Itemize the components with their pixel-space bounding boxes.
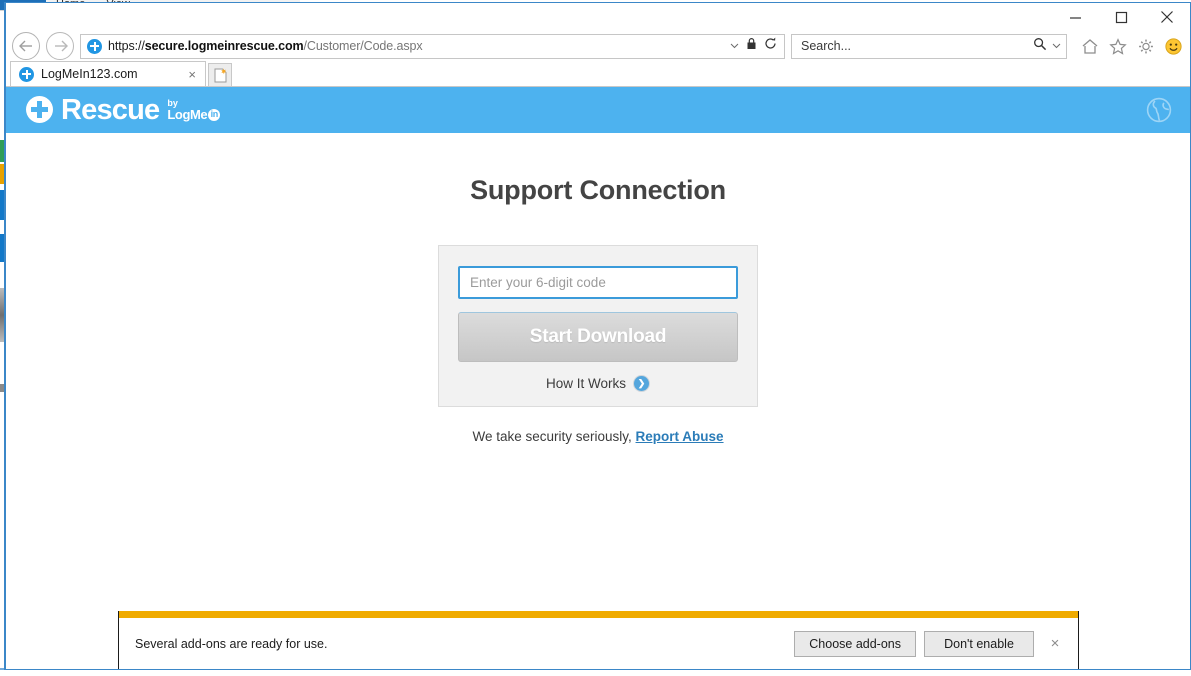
report-abuse-link[interactable]: Report Abuse xyxy=(636,429,724,444)
search-dropdown-icon[interactable] xyxy=(1047,37,1061,55)
search-icon[interactable] xyxy=(1033,37,1047,56)
addon-notification-bar: Several add-ons are ready for use. Choos… xyxy=(118,611,1079,669)
tab-strip: LogMeIn123.com × xyxy=(6,61,1190,87)
home-icon[interactable] xyxy=(1081,38,1099,55)
notification-body: Several add-ons are ready for use. Choos… xyxy=(119,618,1078,669)
dont-enable-button[interactable]: Don't enable xyxy=(924,631,1034,657)
page-content: Support Connection Start Download How It… xyxy=(6,133,1190,444)
back-button[interactable] xyxy=(12,32,40,60)
browser-window: https://secure.logmeinrescue.com/Custome… xyxy=(4,2,1191,670)
browser-tab[interactable]: LogMeIn123.com × xyxy=(10,61,206,86)
site-header: Rescue by LogMein xyxy=(6,87,1190,133)
notification-message: Several add-ons are ready for use. xyxy=(135,637,786,651)
new-tab-button[interactable] xyxy=(208,63,232,86)
globe-language-icon[interactable] xyxy=(1146,97,1172,123)
security-text: We take security seriously, xyxy=(472,429,631,444)
page-title: Support Connection xyxy=(6,175,1190,206)
rescue-logo[interactable]: Rescue by LogMein xyxy=(26,95,220,125)
how-it-works-link[interactable]: How It Works ❯ xyxy=(458,375,738,392)
address-bar-icons xyxy=(730,37,779,55)
gear-icon[interactable] xyxy=(1137,38,1155,55)
url-text: https://secure.logmeinrescue.com/Custome… xyxy=(108,39,724,53)
start-download-button[interactable]: Start Download xyxy=(458,312,738,362)
smiley-feedback-icon[interactable] xyxy=(1165,38,1182,55)
browser-tool-icons xyxy=(1073,38,1182,55)
address-bar[interactable]: https://secure.logmeinrescue.com/Custome… xyxy=(80,34,785,59)
notification-accent-stripe xyxy=(119,611,1078,618)
search-box[interactable]: Search... xyxy=(791,34,1067,59)
support-connection-card: Start Download How It Works ❯ xyxy=(438,245,758,407)
how-it-works-label: How It Works xyxy=(546,376,626,391)
search-input[interactable]: Search... xyxy=(801,39,1033,53)
tab-favicon xyxy=(19,67,34,82)
site-favicon xyxy=(87,39,102,54)
window-caption-bar xyxy=(6,3,1190,31)
rescue-plus-icon xyxy=(26,96,53,123)
url-path: /Customer/Code.aspx xyxy=(304,39,423,53)
forward-button[interactable] xyxy=(46,32,74,60)
page-viewport: Rescue by LogMein Support Connection xyxy=(6,87,1190,669)
lock-icon[interactable] xyxy=(746,37,757,55)
brand-in-badge: in xyxy=(208,109,220,121)
close-button[interactable] xyxy=(1144,3,1190,31)
minimize-button[interactable] xyxy=(1052,3,1098,31)
security-notice: We take security seriously, Report Abuse xyxy=(6,429,1190,444)
tab-close-icon[interactable]: × xyxy=(185,67,199,82)
url-scheme: https:// xyxy=(108,39,145,53)
code-input[interactable] xyxy=(458,266,738,299)
tab-title: LogMeIn123.com xyxy=(41,67,178,81)
brand-company: LogMein xyxy=(167,108,220,121)
chevron-right-circle-icon: ❯ xyxy=(633,375,650,392)
brand-name: Rescue xyxy=(61,95,159,125)
url-host: secure.logmeinrescue.com xyxy=(145,39,304,53)
favorites-star-icon[interactable] xyxy=(1109,38,1127,55)
brand-company-text: LogMe xyxy=(167,108,207,121)
chevron-down-icon[interactable] xyxy=(730,37,739,55)
refresh-icon[interactable] xyxy=(764,37,777,55)
notification-close-icon[interactable]: × xyxy=(1042,635,1068,652)
navigation-toolbar: https://secure.logmeinrescue.com/Custome… xyxy=(6,31,1190,61)
brand-byline: by LogMein xyxy=(167,99,220,121)
maximize-button[interactable] xyxy=(1098,3,1144,31)
choose-addons-button[interactable]: Choose add-ons xyxy=(794,631,916,657)
